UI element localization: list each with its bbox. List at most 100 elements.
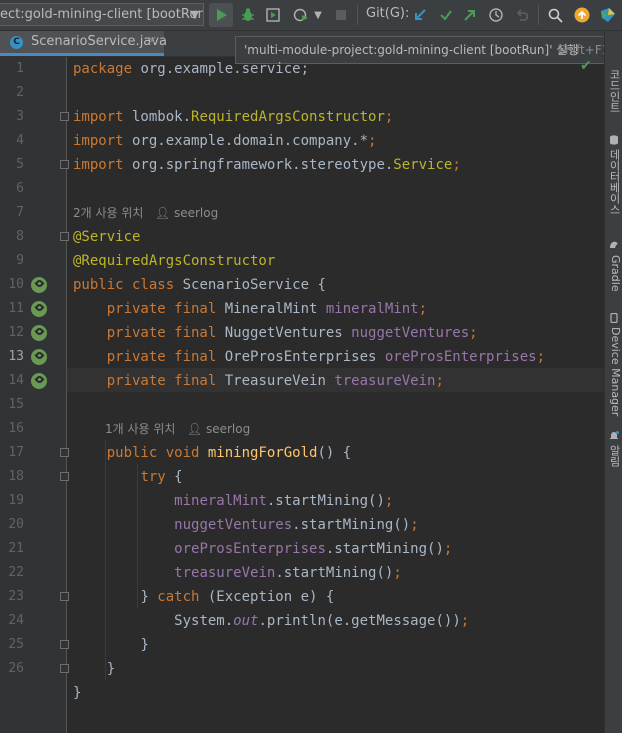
tab-scenario-service[interactable]: C ScenarioService.java × — [0, 31, 167, 56]
code-text: .println(e.getMessage()) — [258, 613, 461, 629]
more-run-options-chevron-icon[interactable]: ▼ — [311, 3, 325, 27]
line-number: 24 — [8, 613, 24, 628]
code-text: } — [140, 589, 158, 605]
sidebar-item-label: 알림 — [608, 445, 621, 467]
sidebar-item-label: Device Manager — [609, 327, 622, 417]
keyword: import — [73, 133, 124, 149]
code-text: System. — [174, 613, 234, 629]
run-icon — [217, 9, 227, 21]
keyword: private final — [106, 349, 217, 365]
field-name: oreProsEnterprises — [174, 541, 326, 557]
field-name: treasureVein — [334, 373, 436, 389]
code-line-16: try { — [73, 465, 182, 489]
code-line-24: } — [73, 657, 115, 681]
keyword: private final — [106, 373, 217, 389]
git-update-button[interactable] — [410, 3, 430, 27]
semicolon: ; — [368, 133, 377, 149]
semicolon: ; — [418, 301, 428, 317]
code-line-4: import org.example.domain.company.*; — [73, 129, 376, 153]
semicolon: ; — [443, 541, 453, 557]
java-class-icon: C — [10, 36, 23, 49]
close-icon[interactable]: × — [147, 33, 157, 47]
debug-button[interactable] — [237, 3, 259, 27]
git-history-button[interactable] — [486, 3, 506, 27]
code-line-15: public void miningForGold() { — [73, 441, 351, 465]
database-icon — [610, 135, 618, 145]
profiler-button[interactable] — [290, 3, 312, 27]
no-problems-check-icon[interactable]: ✔ — [580, 58, 592, 74]
git-rollback-button[interactable] — [512, 3, 532, 27]
sidebar-item-label: 코드인트 — [608, 69, 621, 113]
semicolon: ; — [435, 373, 444, 389]
sidebar-item-label: Gradle — [609, 255, 622, 292]
annotation: @Service — [73, 229, 141, 245]
search-everywhere-button[interactable] — [545, 3, 565, 27]
field-name: oreProsEnterprises — [384, 349, 537, 365]
line-number: 7 — [16, 205, 24, 220]
code-text: } — [73, 685, 82, 701]
method-name: miningForGold — [199, 445, 318, 461]
semicolon: ; — [469, 325, 478, 341]
sidebar-item-device-manager[interactable]: Device Manager — [606, 327, 622, 416]
line-number: 19 — [8, 493, 24, 508]
code-line-11: private final NuggetVentures nuggetVentu… — [73, 321, 478, 345]
sidebar-item-database[interactable]: 데이터베이스 — [606, 149, 622, 215]
line-number: 14 — [8, 373, 24, 388]
line-number: 12 — [8, 325, 24, 340]
semicolon: ; — [393, 565, 402, 581]
code-text: .startMining() — [275, 565, 394, 581]
git-push-button[interactable] — [460, 3, 480, 27]
code-line-7: @Service — [73, 225, 140, 249]
arrow-up-right-icon — [464, 10, 475, 21]
field-name: mineralMint — [325, 301, 419, 317]
coverage-icon — [266, 8, 280, 22]
run-button[interactable] — [209, 3, 233, 27]
code-line-8: @RequiredArgsConstructor — [73, 249, 275, 273]
stop-icon — [336, 10, 346, 20]
spring-bean-icon[interactable] — [31, 301, 47, 317]
code-text: org.springframework.stereotype. — [123, 157, 394, 173]
usage-hint[interactable]: 2개 사용 위치 👤︎ seerlog — [73, 201, 218, 225]
annotation: @RequiredArgsConstructor — [73, 253, 276, 269]
line-number: 13 — [8, 349, 24, 364]
spring-bean-icon[interactable] — [31, 349, 47, 365]
sidebar-item-notifications[interactable]: 알림 — [606, 445, 622, 467]
chevron-down-icon: ▼ — [190, 8, 199, 21]
code-line-13: private final TreasureVein treasureVein; — [73, 369, 444, 393]
code-text: .startMining() — [266, 493, 385, 509]
stop-button[interactable] — [332, 3, 350, 27]
author-name: seerlog — [205, 422, 251, 436]
ide-updates-button[interactable] — [572, 3, 592, 27]
usage-hint[interactable]: 1개 사용 위치 👤︎ seerlog — [105, 417, 250, 441]
spring-bean-icon[interactable] — [31, 325, 47, 341]
code-text: org.example.service; — [132, 61, 310, 77]
keyword: package — [73, 61, 133, 77]
spring-bean-icon[interactable] — [31, 373, 47, 389]
sidebar-item-gradle[interactable]: Gradle — [606, 255, 622, 292]
git-commit-button[interactable] — [436, 3, 456, 27]
type-name: TreasureVein — [216, 373, 335, 389]
update-arrow-icon — [574, 7, 590, 23]
sidebar-item-code-with-me[interactable]: 코드인트 — [606, 69, 622, 113]
user-icon: 👤︎ — [186, 422, 203, 436]
line-number: 8 — [16, 229, 24, 244]
plugin-logo-button[interactable] — [598, 3, 618, 27]
code-line-18: nuggetVentures.startMining(); — [73, 513, 418, 537]
field-name: mineralMint — [174, 493, 267, 509]
keyword: import — [73, 109, 124, 125]
semicolon: ; — [460, 613, 470, 629]
code-text: .startMining() — [325, 541, 444, 557]
clock-icon — [489, 8, 503, 22]
spring-bean-icon[interactable] — [31, 277, 47, 293]
keyword: public void — [106, 445, 200, 461]
toolbar-separator — [357, 5, 358, 25]
code-line-9: public class ScenarioService { — [73, 273, 326, 297]
usage-count: 1개 사용 위치 — [105, 422, 176, 436]
code-text: lombok. — [123, 109, 192, 125]
run-configuration-dropdown[interactable]: ect:gold-mining-client [bootRun] ▼ — [0, 3, 204, 26]
code-text: (Exception e) { — [199, 589, 335, 605]
line-number: 4 — [16, 133, 24, 148]
code-text: } — [106, 661, 116, 677]
coverage-button[interactable] — [262, 3, 284, 27]
bug-icon — [242, 8, 254, 21]
